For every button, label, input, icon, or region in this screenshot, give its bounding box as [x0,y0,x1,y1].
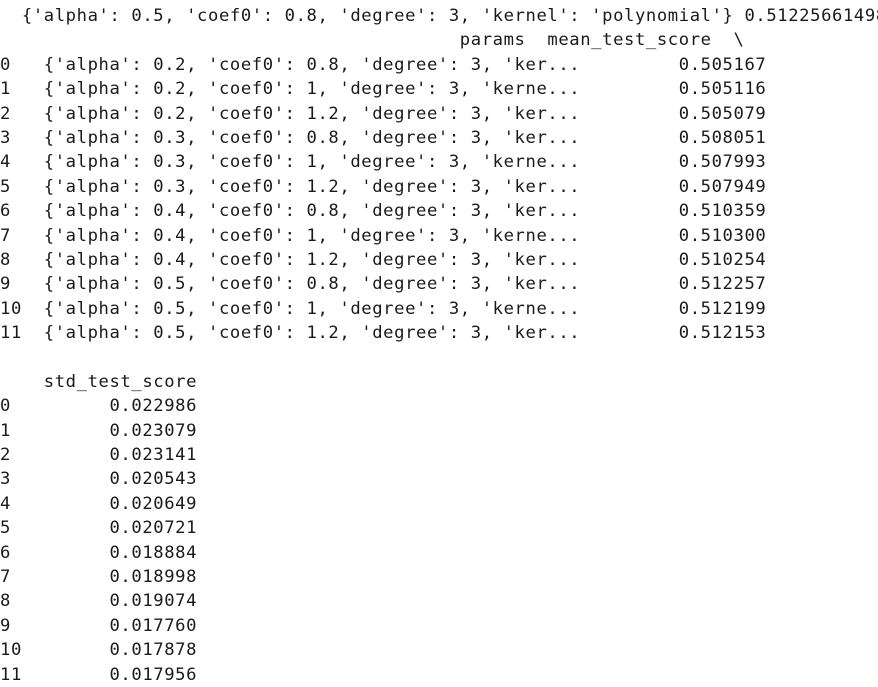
table-row: 10 {'alpha': 0.5, 'coef0': 1, 'degree': … [0,298,767,319]
table-row: 6 0.018884 [0,542,198,563]
table-row: 0 0.022986 [0,396,198,417]
best-params-line: {'alpha': 0.5, 'coef0': 0.8, 'degree': 3… [0,6,878,26]
table-row: 8 0.019074 [0,591,198,612]
table-row: 5 0.020721 [0,518,198,539]
table-row: 7 0.018998 [0,566,198,587]
blank-separator-line [0,345,878,369]
stdout-stream-output: {'alpha': 0.5, 'coef0': 0.8, 'degree': 3… [0,0,878,687]
table-row: 4 0.020649 [0,493,198,514]
notebook-output-area: {'alpha': 0.5, 'coef0': 0.8, 'degree': 3… [0,0,878,685]
table-row: 1 0.023079 [0,420,198,441]
table-row: 0 {'alpha': 0.2, 'coef0': 0.8, 'degree':… [0,54,767,75]
table-row: 9 0.017760 [0,615,198,636]
table-row: 7 {'alpha': 0.4, 'coef0': 1, 'degree': 3… [0,225,767,246]
table-row: 3 0.020543 [0,469,198,490]
table-row: 2 0.023141 [0,445,198,466]
table-row: 8 {'alpha': 0.4, 'coef0': 1.2, 'degree':… [0,249,767,270]
table-row: 6 {'alpha': 0.4, 'coef0': 0.8, 'degree':… [0,201,767,222]
table-row: 10 0.017878 [0,640,198,661]
dataframe-2-header: std_test_score [0,371,198,392]
table-row: 1 {'alpha': 0.2, 'coef0': 1, 'degree': 3… [0,79,767,100]
table-row: 11 {'alpha': 0.5, 'coef0': 1.2, 'degree'… [0,323,767,344]
dataframe-1-header: params mean_test_score \ [0,30,745,51]
table-row: 11 0.017956 [0,664,198,685]
table-row: 3 {'alpha': 0.3, 'coef0': 0.8, 'degree':… [0,127,767,148]
table-row: 5 {'alpha': 0.3, 'coef0': 1.2, 'degree':… [0,176,767,197]
table-row: 2 {'alpha': 0.2, 'coef0': 1.2, 'degree':… [0,103,767,124]
table-row: 9 {'alpha': 0.5, 'coef0': 0.8, 'degree':… [0,274,767,295]
table-row: 4 {'alpha': 0.3, 'coef0': 1, 'degree': 3… [0,152,767,173]
